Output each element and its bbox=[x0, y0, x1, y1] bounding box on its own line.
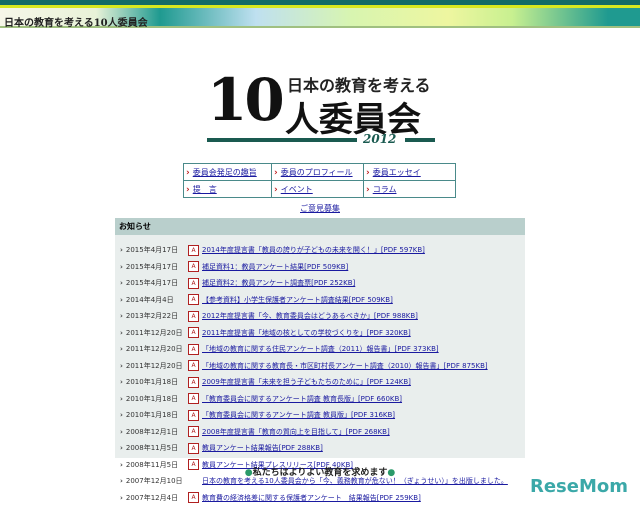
news-date: 2010年1月18日 bbox=[120, 410, 188, 420]
pdf-icon: A bbox=[188, 294, 199, 306]
nav-cell: › イベント bbox=[271, 180, 364, 198]
main-nav: › 委員会発足の趣旨 › 委員のプロフィール › 委員エッセイ › 提 言 › イベント › コラム bbox=[183, 163, 456, 198]
pdf-icon: A bbox=[188, 244, 199, 256]
news-item: 2008年12月1日A2008年度提言書「教育の質向上を目指して」[PDF 26… bbox=[115, 424, 525, 441]
news-link[interactable]: 2009年度提言書「未来を担う子どもたちのために」[PDF 124KB] bbox=[202, 377, 411, 387]
news-item: 2013年2月22日A2012年度提言書「今、教育委員会はどうあるべきか」[PD… bbox=[115, 308, 525, 325]
news-item: 2015年4月17日A補足資料1：教員アンケート結果[PDF 509KB] bbox=[115, 259, 525, 276]
arrow-icon: › bbox=[186, 167, 190, 178]
arrow-icon: › bbox=[274, 167, 278, 178]
pdf-icon: A bbox=[188, 492, 199, 504]
arrow-icon: › bbox=[366, 167, 370, 178]
news-date: 2015年4月17日 bbox=[120, 278, 188, 288]
site-title: 日本の教育を考える10人委員会 bbox=[4, 18, 148, 29]
news-date: 2011年12月20日 bbox=[120, 361, 188, 371]
arrow-icon: › bbox=[274, 184, 278, 195]
news-date: 2008年11月5日 bbox=[120, 443, 188, 453]
logo-number: 10 bbox=[207, 66, 285, 134]
pdf-icon: A bbox=[188, 327, 199, 339]
nav-link[interactable]: コラム bbox=[373, 185, 397, 194]
header-banner: 日本の教育を考える10人委員会 bbox=[0, 0, 640, 29]
news-link[interactable]: 2011年度提言書「地域の核としての学校づくりを」[PDF 320KB] bbox=[202, 328, 411, 338]
watermark-logo: ReseMom bbox=[529, 476, 628, 497]
news-date: 2014年4月4日 bbox=[120, 295, 188, 305]
logo-year: 2012 bbox=[363, 132, 397, 146]
arrow-icon: › bbox=[366, 184, 370, 195]
nav-link[interactable]: 委員のプロフィール bbox=[281, 168, 353, 177]
news-link[interactable]: 「地域の教育に関する住民アンケート調査（2011）報告書」[PDF 373KB] bbox=[202, 344, 439, 354]
news-link[interactable]: 教育費の経済格差に関する保護者アンケート 結果報告[PDF 259KB] bbox=[202, 493, 421, 503]
news-link[interactable]: 教員アンケート結果報告[PDF 288KB] bbox=[202, 443, 323, 453]
news-date: 2015年4月17日 bbox=[120, 262, 188, 272]
nav-cell: › 委員のプロフィール bbox=[271, 163, 364, 181]
nav-cell: › 提 言 bbox=[183, 180, 272, 198]
logo-line2: 人委員会 bbox=[285, 100, 421, 140]
pdf-icon: A bbox=[188, 442, 199, 454]
news-item: 2007年12月4日A教育費の経済格差に関する保護者アンケート 結果報告[PDF… bbox=[115, 490, 525, 506]
news-link[interactable]: 2008年度提言書「教育の質向上を目指して」[PDF 268KB] bbox=[202, 427, 390, 437]
news-date: 2008年12月1日 bbox=[120, 427, 188, 437]
nav-link[interactable]: 委員会発足の趣旨 bbox=[193, 168, 257, 177]
arrow-icon: › bbox=[186, 184, 190, 195]
news-item: 2015年4月17日A補足資料2：教員アンケート調査票[PDF 252KB] bbox=[115, 275, 525, 292]
news-link[interactable]: 「教育委員会に関するアンケート調査 教育長版」[PDF 660KB] bbox=[202, 394, 402, 404]
logo: 10 日本の教育を考える 人委員会 2012 bbox=[205, 66, 437, 150]
news-item: 2015年4月17日A2014年度提言書「教員の誇りが子どもの未来を開く！」[P… bbox=[115, 242, 525, 259]
pdf-icon: A bbox=[188, 393, 199, 405]
news-item: 2010年1月18日A「教育委員会に関するアンケート調査 教育長版」[PDF 6… bbox=[115, 391, 525, 408]
pdf-icon: A bbox=[188, 261, 199, 273]
pdf-icon: A bbox=[188, 310, 199, 322]
pdf-icon: A bbox=[188, 360, 199, 372]
news-item: 2008年11月5日A教員アンケート結果報告[PDF 288KB] bbox=[115, 440, 525, 457]
news-title: お知らせ bbox=[115, 218, 525, 235]
news-item: 2014年4月4日A【参考資料】小学生保護者アンケート調査結果[PDF 509K… bbox=[115, 292, 525, 309]
nav-cell: › 委員エッセイ bbox=[363, 163, 456, 181]
pdf-icon: A bbox=[188, 409, 199, 421]
pdf-icon: A bbox=[188, 343, 199, 355]
pdf-icon: A bbox=[188, 426, 199, 438]
news-date: 2007年12月4日 bbox=[120, 493, 188, 503]
news-item: 2010年1月18日A「教育委員会に関するアンケート調査 教員版」[PDF 31… bbox=[115, 407, 525, 424]
news-link[interactable]: 2012年度提言書「今、教育委員会はどうあるべきか」[PDF 988KB] bbox=[202, 311, 418, 321]
news-date: 2011年12月20日 bbox=[120, 328, 188, 338]
news-date: 2011年12月20日 bbox=[120, 344, 188, 354]
nav-link[interactable]: イベント bbox=[281, 185, 313, 194]
nav-cell: › 委員会発足の趣旨 bbox=[183, 163, 272, 181]
news-date: 2013年2月22日 bbox=[120, 311, 188, 321]
nav-cell: › コラム bbox=[363, 180, 456, 198]
news-date: 2015年4月17日 bbox=[120, 245, 188, 255]
footer-text: 私たちはよりよい教育を求めます bbox=[252, 468, 388, 478]
news-item: 2011年12月20日A「地域の教育に関する住民アンケート調査（2011）報告書… bbox=[115, 341, 525, 358]
news-link[interactable]: 「地域の教育に関する教育長・市区町村長アンケート調査（2010）報告書」[PDF… bbox=[202, 361, 488, 371]
news-item: 2011年12月20日A「地域の教育に関する教育長・市区町村長アンケート調査（2… bbox=[115, 358, 525, 375]
news-link[interactable]: 補足資料2：教員アンケート調査票[PDF 252KB] bbox=[202, 278, 355, 288]
news-item: 2010年1月18日A2009年度提言書「未来を担う子どもたちのために」[PDF… bbox=[115, 374, 525, 391]
nav-link[interactable]: 委員エッセイ bbox=[373, 168, 421, 177]
opinion-link[interactable]: ご意見募集 bbox=[300, 204, 340, 213]
news-panel: お知らせ 2015年4月17日A2014年度提言書「教員の誇りが子どもの未来を開… bbox=[115, 218, 525, 504]
news-link[interactable]: 【参考資料】小学生保護者アンケート調査結果[PDF 509KB] bbox=[202, 295, 393, 305]
news-link[interactable]: 補足資料1：教員アンケート結果[PDF 509KB] bbox=[202, 262, 348, 272]
pdf-icon: A bbox=[188, 277, 199, 289]
pdf-icon: A bbox=[188, 376, 199, 388]
nav-link[interactable]: 提 言 bbox=[193, 185, 217, 194]
news-link[interactable]: 2014年度提言書「教員の誇りが子どもの未来を開く！」[PDF 597KB] bbox=[202, 245, 425, 255]
news-link[interactable]: 「教育委員会に関するアンケート調査 教員版」[PDF 316KB] bbox=[202, 410, 395, 420]
news-date: 2010年1月18日 bbox=[120, 394, 188, 404]
news-item: 2011年12月20日A2011年度提言書「地域の核としての学校づくりを」[PD… bbox=[115, 325, 525, 342]
news-date: 2010年1月18日 bbox=[120, 377, 188, 387]
